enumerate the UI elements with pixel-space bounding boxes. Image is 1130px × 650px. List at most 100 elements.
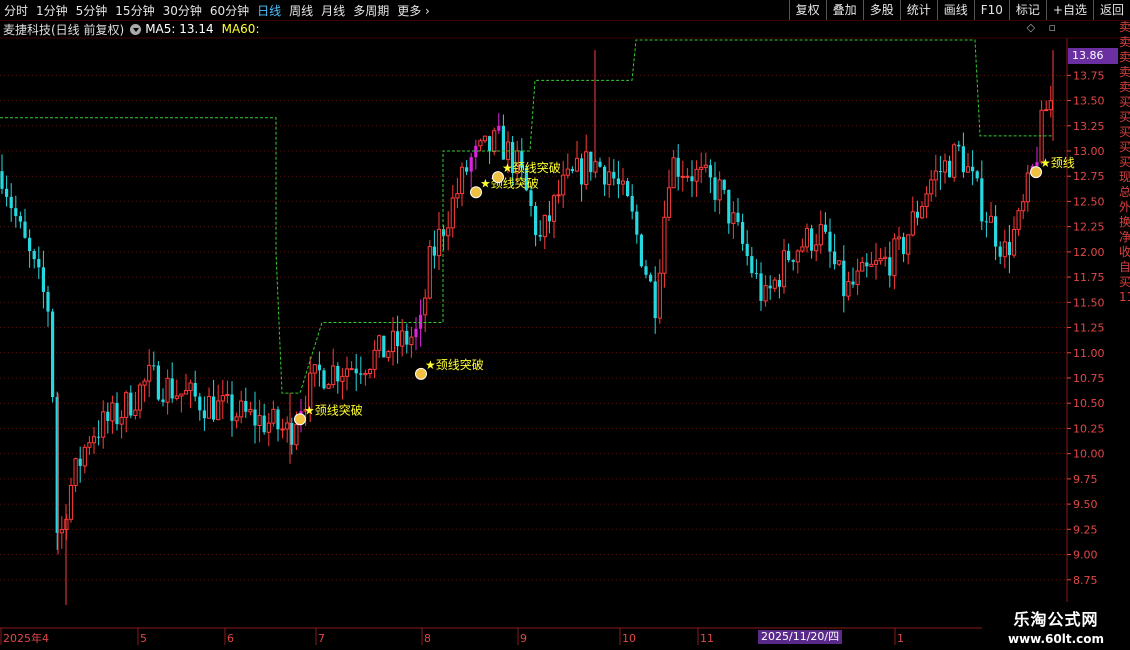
- candle-body-176: [810, 228, 814, 251]
- candle-body-104: [478, 140, 483, 147]
- candle-body-153: [703, 164, 708, 168]
- candle-body-102: [469, 157, 473, 172]
- candle-body-135: [620, 180, 626, 185]
- candle-body-151: [694, 168, 699, 182]
- candle-body-62: [285, 422, 290, 430]
- candle-body-38: [174, 395, 179, 399]
- candle-body-40: [183, 390, 189, 395]
- candle-body-202: [929, 179, 934, 195]
- candle-body-143: [657, 272, 662, 319]
- candle-body-121: [556, 194, 561, 197]
- candle-body-85: [390, 330, 396, 353]
- x-tick-label-0: 2025年4: [3, 631, 49, 645]
- candle-body-11: [51, 311, 55, 398]
- candle-body-61: [280, 428, 285, 431]
- candle-body-90: [414, 328, 418, 338]
- candle-body-28: [129, 392, 133, 416]
- candle-body-82: [377, 335, 382, 351]
- ma60-line: [0, 39, 1052, 394]
- candle-body-63: [290, 422, 294, 445]
- candlestick-chart[interactable]: 13.75 13.50 13.25 13.00 12.75 12.50 12.25 12.00…: [0, 0, 1130, 650]
- candle-body-213: [980, 178, 984, 222]
- candle-body-149: [685, 175, 690, 178]
- signal-label-0: ★颈线突破: [304, 402, 363, 417]
- candle-body-172: [791, 260, 795, 262]
- candle-body-8: [37, 259, 41, 268]
- x-tick-label-7: 11: [700, 632, 714, 645]
- candle-body-130: [598, 161, 602, 167]
- candle-body-16: [73, 458, 78, 486]
- candle-body-203: [933, 170, 938, 181]
- y-tick-label-18: 9.25: [1073, 523, 1098, 536]
- y-tick-label-6: 12.25: [1073, 221, 1105, 234]
- candle-body-58: [266, 422, 271, 433]
- candle-body-46: [212, 396, 216, 420]
- y-tick-label-12: 10.75: [1073, 372, 1105, 385]
- candle-body-80: [367, 368, 373, 374]
- candle-body-189: [869, 263, 874, 267]
- watermark-url: www.60lt.com: [1007, 632, 1105, 646]
- candle-body-27: [124, 392, 129, 418]
- candle-body-9: [41, 267, 45, 292]
- signal-label-4: ★颈线: [1040, 156, 1075, 170]
- candle-body-68: [312, 364, 317, 374]
- candle-body-97: [446, 227, 451, 237]
- candle-body-116: [534, 206, 538, 236]
- candle-body-188: [865, 262, 869, 267]
- y-tick-label-1: 13.50: [1073, 95, 1105, 108]
- candle-body-197: [906, 234, 911, 255]
- candle-body-35: [161, 399, 165, 403]
- candle-body-204: [938, 171, 942, 173]
- candle-body-209: [961, 146, 965, 173]
- candle-body-147: [676, 157, 680, 177]
- candle-body-173: [795, 250, 800, 263]
- x-tick-label-5: 9: [520, 632, 527, 645]
- candle-body-164: [754, 273, 758, 275]
- candle-body-0: [0, 171, 4, 189]
- candle-body-167: [768, 285, 772, 289]
- candle-body-162: [745, 243, 749, 257]
- candle-body-83: [382, 335, 386, 358]
- candle-body-36: [165, 377, 170, 403]
- candle-body-183: [842, 260, 846, 297]
- candle-body-87: [400, 330, 405, 347]
- candle-body-200: [919, 206, 925, 219]
- candle-body-195: [896, 236, 902, 240]
- candle-body-217: [998, 246, 1002, 257]
- candle-body-227: [1044, 109, 1049, 112]
- y-tick-label-9: 11.50: [1073, 296, 1105, 309]
- candle-body-174: [800, 246, 805, 252]
- candle-body-180: [828, 231, 832, 252]
- candle-body-219: [1007, 241, 1011, 256]
- candle-body-134: [616, 178, 620, 185]
- candle-body-21: [97, 436, 101, 438]
- candle-body-155: [713, 177, 717, 200]
- candle-body-222: [1021, 201, 1026, 212]
- candle-body-165: [759, 273, 763, 301]
- candle-body-37: [170, 378, 174, 399]
- candle-body-54: [248, 409, 253, 413]
- candle-body-94: [432, 246, 436, 256]
- candle-body-190: [873, 260, 879, 265]
- candle-body-125: [574, 157, 580, 172]
- candle-body-228: [1048, 100, 1053, 111]
- candle-body-78: [359, 373, 363, 375]
- candle-body-70: [322, 370, 326, 389]
- y-tick-label-7: 12.00: [1073, 246, 1105, 259]
- candle-body-170: [781, 250, 787, 288]
- candle-body-64: [294, 424, 299, 446]
- candle-body-88: [405, 330, 409, 345]
- signal-label-2: ★颈线突破: [480, 175, 539, 190]
- candle-body-75: [344, 368, 350, 377]
- candle-body-124: [570, 169, 574, 172]
- candle-body-106: [488, 136, 492, 152]
- candle-body-144: [662, 216, 667, 274]
- candle-body-163: [750, 256, 754, 274]
- candle-body-131: [603, 166, 607, 185]
- candle-body-211: [971, 166, 975, 172]
- y-tick-label-3: 13.00: [1073, 145, 1105, 158]
- x-tick-label-4: 8: [424, 632, 431, 645]
- candle-body-96: [442, 229, 446, 236]
- candle-body-123: [565, 168, 570, 176]
- y-tick-label-13: 10.50: [1073, 397, 1105, 410]
